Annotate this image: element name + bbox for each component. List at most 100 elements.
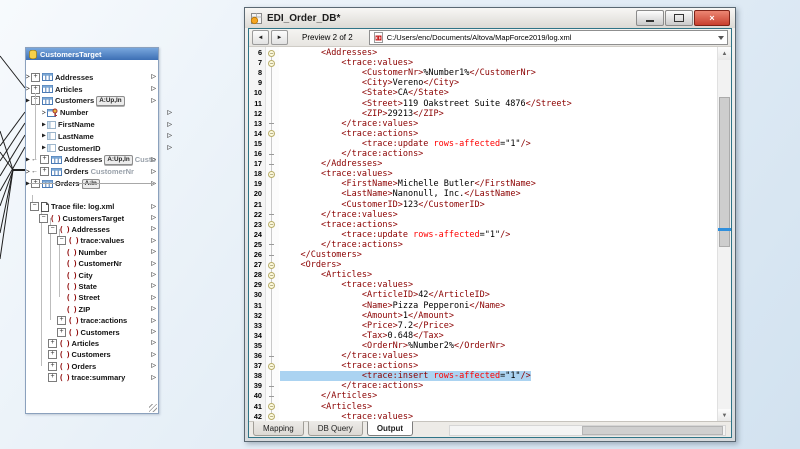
output-connector[interactable]: ▷: [151, 261, 156, 267]
tab-mapping[interactable]: Mapping: [253, 421, 304, 436]
scroll-up-arrow[interactable]: ▲: [718, 47, 731, 60]
previous-preview-button[interactable]: ◄: [252, 30, 269, 45]
tree-row-city[interactable]: ( )City▷: [26, 269, 156, 280]
output-file-selector[interactable]: C:/Users/enc/Documents/Altova/MapForce20…: [369, 30, 728, 45]
output-connector[interactable]: ▷: [151, 375, 156, 381]
horizontal-scrollbar-thumb[interactable]: [582, 426, 723, 435]
output-connector[interactable]: ▷: [151, 352, 156, 358]
action-badge[interactable]: A:Up,In: [96, 96, 124, 106]
output-connector[interactable]: ▷: [167, 110, 172, 116]
expand-toggle[interactable]: +: [57, 316, 66, 325]
tree-row-number[interactable]: ( )Number▷: [26, 247, 156, 258]
input-connector[interactable]: ▷: [42, 110, 46, 116]
input-connector[interactable]: ▷: [26, 169, 30, 175]
expand-toggle[interactable]: +: [40, 167, 49, 176]
output-connector[interactable]: ▷: [151, 238, 156, 244]
component-title-bar[interactable]: CustomersTarget: [26, 48, 158, 60]
tree-row-street[interactable]: ( )Street▷: [26, 292, 156, 303]
input-connector[interactable]: ▶: [26, 157, 30, 163]
tree-row-customerstarget[interactable]: −( )CustomersTarget▷: [26, 212, 156, 223]
tree-row-customers[interactable]: +( )Customers▷: [26, 326, 156, 337]
fold-collapse-icon[interactable]: −: [265, 48, 278, 58]
output-connector[interactable]: ▷: [151, 98, 156, 104]
maximize-button[interactable]: [665, 10, 693, 26]
output-connector[interactable]: ▷: [151, 283, 156, 289]
tree-row-customers[interactable]: +( )Customers▷: [26, 349, 156, 360]
output-connector[interactable]: ▷: [151, 340, 156, 346]
input-connector[interactable]: ▶: [42, 133, 46, 139]
component-row-customerid[interactable]: ▶CustomerID▷: [42, 142, 172, 154]
next-preview-button[interactable]: ►: [271, 30, 288, 45]
output-connector[interactable]: ▷: [151, 249, 156, 255]
tab-output[interactable]: Output: [367, 421, 413, 436]
close-button[interactable]: ×: [694, 10, 730, 26]
component-row-orders[interactable]: ▷←+OrdersCustomerNr▷: [26, 166, 156, 178]
expand-toggle[interactable]: +: [57, 328, 66, 337]
output-connector[interactable]: ▷: [167, 133, 172, 139]
output-connector[interactable]: ▷: [151, 215, 156, 221]
output-connector[interactable]: ▷: [151, 157, 156, 163]
output-connector[interactable]: ▷: [151, 306, 156, 312]
chevron-down-icon[interactable]: [718, 36, 724, 40]
fold-collapse-icon[interactable]: −: [265, 260, 278, 270]
collapse-toggle[interactable]: −: [57, 236, 66, 245]
resize-grip[interactable]: [149, 404, 157, 412]
xml-output-editor[interactable]: 6− <Addresses>7− <trace:values>8 <Custom…: [249, 47, 731, 422]
collapse-toggle[interactable]: −: [39, 214, 48, 223]
scrollbar-thumb[interactable]: [719, 97, 730, 247]
expand-toggle[interactable]: +: [48, 373, 57, 382]
input-connector[interactable]: ▷: [26, 74, 30, 80]
horizontal-scrollbar[interactable]: [449, 425, 726, 436]
output-connector[interactable]: ▷: [151, 226, 156, 232]
tree-row-zip[interactable]: ( )ZIP▷: [26, 304, 156, 315]
expand-toggle[interactable]: +: [48, 350, 57, 359]
tree-row-trace-values[interactable]: −( )trace:values▷: [26, 235, 156, 246]
collapse-toggle[interactable]: −: [30, 202, 39, 211]
output-connector[interactable]: ▷: [167, 145, 172, 151]
component-row-articles[interactable]: ▷+Articles▷: [26, 83, 156, 95]
output-connector[interactable]: ▷: [151, 363, 156, 369]
component-row-addresses[interactable]: ▶←+AddressesA:Up,InCustomerNr▷: [26, 154, 156, 166]
fold-collapse-icon[interactable]: −: [265, 270, 278, 280]
tree-row-trace-actions[interactable]: +( )trace:actions▷: [26, 315, 156, 326]
tree-row-trace-file-log-xml[interactable]: −Trace file: log.xml▷: [26, 201, 156, 212]
output-connector[interactable]: ▷: [167, 122, 172, 128]
tree-row-articles[interactable]: +( )Articles▷: [26, 338, 156, 349]
component-row-lastname[interactable]: ▶LastName▷: [42, 131, 172, 143]
fold-collapse-icon[interactable]: −: [265, 58, 278, 68]
fold-collapse-icon[interactable]: −: [265, 402, 278, 412]
fold-collapse-icon[interactable]: −: [265, 220, 278, 230]
input-connector[interactable]: ▶: [42, 122, 46, 128]
output-connector[interactable]: ▷: [151, 86, 156, 92]
output-connector[interactable]: ▷: [151, 329, 156, 335]
expand-toggle[interactable]: +: [31, 73, 40, 82]
minimize-button[interactable]: [636, 10, 664, 26]
tree-row-trace-summary[interactable]: +( )trace:summary▷: [26, 372, 156, 383]
vertical-scrollbar[interactable]: ▲ ▼: [717, 47, 731, 422]
output-connector[interactable]: ▷: [151, 318, 156, 324]
output-connector[interactable]: ▷: [151, 295, 156, 301]
action-badge[interactable]: A:Up,In: [104, 155, 132, 165]
output-connector[interactable]: ▷: [151, 272, 156, 278]
expand-toggle[interactable]: +: [48, 362, 57, 371]
input-connector[interactable]: ▶: [26, 98, 30, 104]
tree-row-addresses[interactable]: −( )Addresses▷: [26, 224, 156, 235]
expand-toggle[interactable]: +: [48, 339, 57, 348]
expand-toggle[interactable]: +: [40, 155, 49, 164]
tab-db-query[interactable]: DB Query: [308, 421, 363, 436]
customers-target-component[interactable]: CustomersTarget ▷+Addresses▷▷+Articles▷ ▶…: [25, 47, 159, 414]
component-row-firstname[interactable]: ▶FirstName▷: [42, 119, 172, 131]
tree-row-orders[interactable]: +( )Orders▷: [26, 361, 156, 372]
output-preview-window[interactable]: EDI_Order_DB* × ◄ ► Preview 2 of 2 C:/: [244, 7, 736, 442]
component-row-addresses[interactable]: ▷+Addresses▷: [26, 72, 156, 84]
window-title-bar[interactable]: EDI_Order_DB* ×: [245, 8, 735, 28]
component-row-customers[interactable]: ▶−CustomersA:Up,In▷: [26, 95, 156, 107]
fold-collapse-icon[interactable]: −: [265, 280, 278, 290]
collapse-toggle[interactable]: −: [48, 225, 57, 234]
output-connector[interactable]: ▷: [151, 169, 156, 175]
fold-collapse-icon[interactable]: −: [265, 129, 278, 139]
output-connector[interactable]: ▷: [151, 204, 156, 210]
component-row-number[interactable]: ▷Number▷: [42, 107, 172, 119]
fold-collapse-icon[interactable]: −: [265, 169, 278, 179]
output-connector[interactable]: ▷: [151, 74, 156, 80]
